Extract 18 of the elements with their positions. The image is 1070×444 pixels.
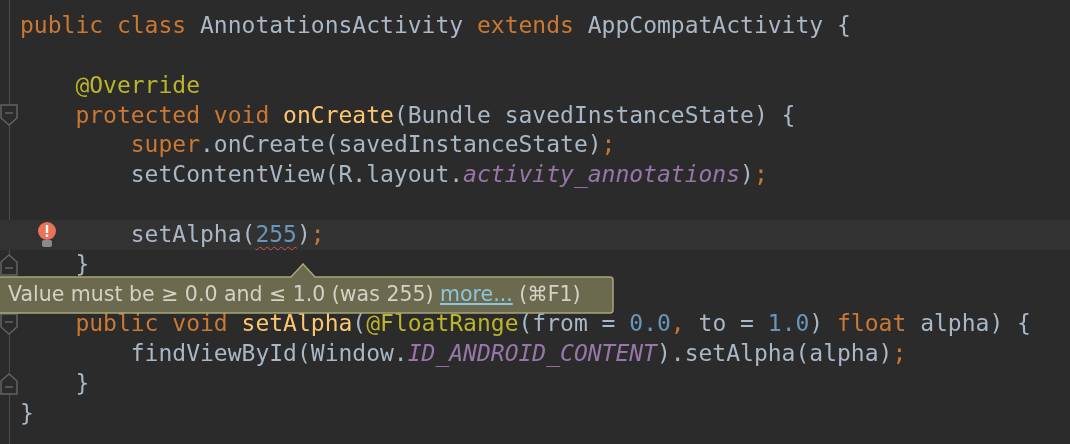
code-line: public void setAlpha(@FloatRange(from = 0.0, to = 1.0) float alpha) {	[75, 309, 1031, 339]
more-link[interactable]: more...	[440, 282, 513, 306]
lightbulb-icon[interactable]	[37, 221, 57, 248]
code-line: setAlpha(255);	[130, 219, 325, 249]
fold-icon[interactable]	[0, 373, 18, 396]
code-line: @Override	[75, 70, 200, 100]
fold-icon[interactable]	[0, 313, 18, 336]
code-line: protected void onCreate(Bundle savedInstanceState) {	[75, 100, 796, 130]
code-line: }	[75, 369, 90, 399]
fold-icon[interactable]	[0, 253, 18, 276]
code-line: }	[20, 398, 34, 428]
code-line: public class AnnotationsActivity extends AppCompatActivity {	[20, 11, 851, 40]
code-line: super.onCreate(savedInstanceState);	[130, 130, 616, 160]
tooltip-text: Value must be ≥ 0.0 and ≤ 1.0 (was 255) more... (⌘F1)	[8, 282, 581, 306]
code-line: setContentView(R.layout.activity_annotations);	[130, 160, 768, 190]
fold-icon[interactable]	[0, 104, 18, 127]
code-line: findViewById(Window.ID_ANDROID_CONTENT).setAlpha(alpha);	[130, 339, 907, 369]
code-line: }	[75, 249, 90, 279]
